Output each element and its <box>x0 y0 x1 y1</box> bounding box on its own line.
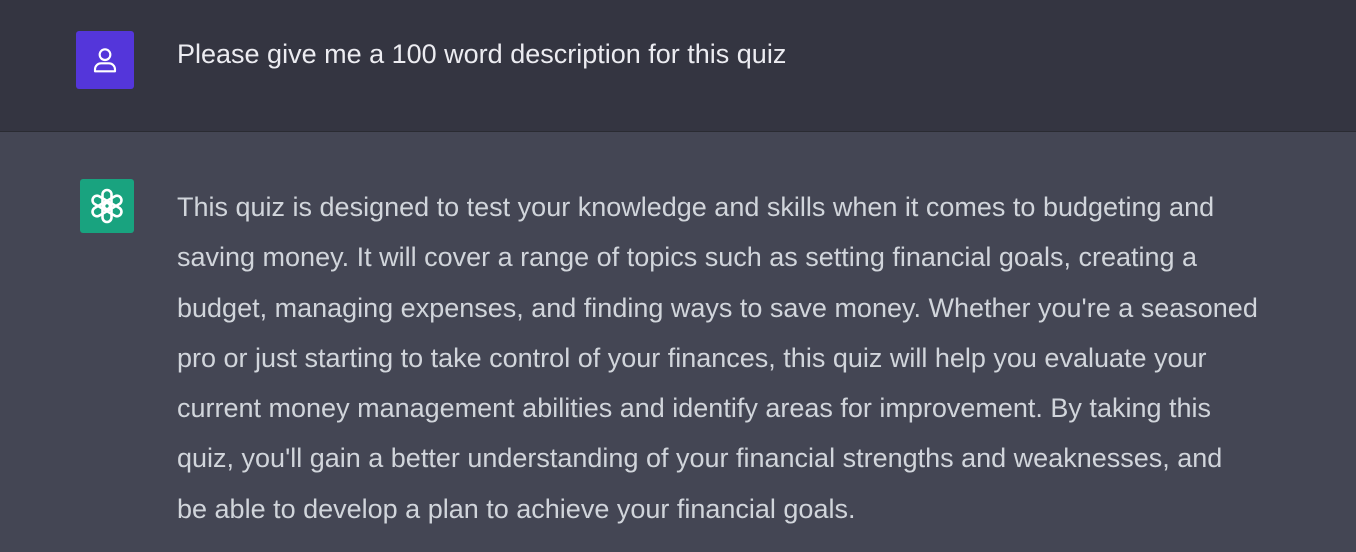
assistant-avatar <box>80 179 134 233</box>
assistant-text-line: This quiz is designed to test your knowl… <box>177 192 1215 222</box>
assistant-text-line: pro or just starting to take control of … <box>177 342 1207 373</box>
user-avatar <box>76 31 134 89</box>
user-message-text: Please give me a 100 word description fo… <box>177 39 787 69</box>
assistant-message-text: This quiz is designed to test your knowl… <box>177 182 1352 534</box>
user-icon <box>93 48 117 73</box>
assistant-message-row: This quiz is designed to test your knowl… <box>0 132 1356 552</box>
assistant-text-line: saving money. It will cover a range of t… <box>177 242 1198 273</box>
user-message-row: Please give me a 100 word description fo… <box>0 0 1356 132</box>
assistant-text-line: current money management abilities and i… <box>177 393 1212 424</box>
assistant-text-line: be able to develop a plan to achieve you… <box>177 493 856 524</box>
assistant-text-line: budget, managing expenses, and finding w… <box>177 292 1258 323</box>
assistant-text-line: quiz, you'll gain a better understanding… <box>177 443 1223 474</box>
openai-logo-icon <box>91 188 123 224</box>
